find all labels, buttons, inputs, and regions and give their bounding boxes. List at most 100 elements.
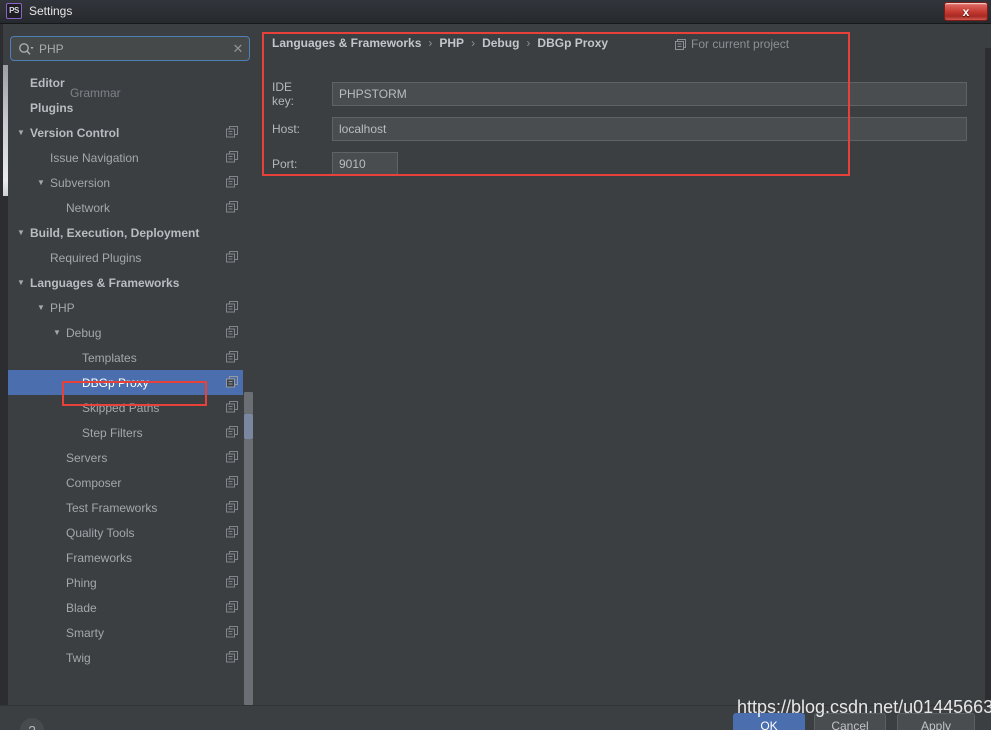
tree-scrollbar-thumb-mid[interactable]	[244, 414, 253, 439]
breadcrumb-separator: ›	[471, 36, 476, 50]
sidebar-item-label: Plugins	[30, 100, 74, 115]
sidebar-item-label: Required Plugins	[50, 250, 142, 265]
breadcrumb-segment[interactable]: PHP	[439, 36, 464, 50]
sidebar-item-label: Phing	[66, 575, 97, 590]
settings-dialog-window: PS Settings x PHP ✕ Editor Plugins ▼ Ver…	[0, 0, 991, 730]
sidebar-item-label: Network	[66, 200, 111, 215]
sidebar-item-blade[interactable]: Blade	[8, 595, 254, 620]
sidebar-item-label: Smarty	[66, 625, 105, 640]
field-label: Host:	[272, 122, 301, 136]
sidebar-item-label: Composer	[66, 475, 122, 490]
breadcrumb-separator: ›	[428, 36, 433, 50]
breadcrumb: Languages & Frameworks › PHP › Debug › DBGp Pr…	[272, 36, 608, 50]
tree-ghost-label: Grammar	[70, 86, 121, 100]
sidebar-item-phing[interactable]: Phing	[8, 570, 254, 595]
sidebar-item-label: Servers	[66, 450, 108, 465]
sidebar-item-label: Version Control	[30, 125, 120, 140]
project-scope-icon	[226, 626, 238, 638]
project-scope-icon	[226, 401, 238, 413]
field-input-ide-key[interactable]: PHPSTORM	[332, 82, 967, 106]
left-edge-dark	[0, 196, 8, 706]
field-label: IDE key:	[272, 80, 295, 108]
project-scope-icon	[226, 151, 238, 163]
close-button[interactable]: x	[944, 2, 988, 21]
clear-icon[interactable]: ✕	[227, 37, 249, 60]
search-input[interactable]: PHP ✕	[10, 36, 250, 61]
chevron-down-icon[interactable]: ▼	[36, 303, 46, 313]
field-input-host[interactable]: localhost	[332, 117, 967, 141]
sidebar-item-dbgp-proxy[interactable]: DBGp Proxy	[8, 370, 254, 395]
sidebar-item-label: DBGp Proxy	[82, 375, 149, 390]
project-scope-icon	[226, 601, 238, 613]
search-icon[interactable]	[11, 37, 37, 60]
sidebar-item-network[interactable]: Network	[8, 195, 254, 220]
chevron-down-icon[interactable]: ▼	[36, 178, 46, 188]
tree-scrollbar-thumb-lower[interactable]	[244, 439, 253, 705]
sidebar-item-step-filters[interactable]: Step Filters	[8, 420, 254, 445]
sidebar-item-editor[interactable]: Editor	[8, 70, 254, 95]
settings-tree[interactable]: Editor Plugins ▼ Version Control Issue Navig…	[8, 70, 254, 705]
chevron-down-icon[interactable]: ▼	[52, 328, 62, 338]
sidebar-item-test-frameworks[interactable]: Test Frameworks	[8, 495, 254, 520]
sidebar-item-debug[interactable]: ▼ Debug	[8, 320, 254, 345]
sidebar-item-smarty[interactable]: Smarty	[8, 620, 254, 645]
breadcrumb-separator: ›	[526, 36, 531, 50]
project-scope-icon	[226, 301, 238, 313]
sidebar-item-label: PHP	[50, 300, 75, 315]
project-scope-icon	[226, 551, 238, 563]
sidebar-item-label: Skipped Paths	[82, 400, 160, 415]
tree-scrollbar-thumb-upper[interactable]	[244, 392, 253, 414]
project-scope-icon	[226, 176, 238, 188]
title-bar-left: PS Settings	[6, 3, 72, 19]
search-value[interactable]: PHP	[37, 42, 227, 56]
sidebar-item-plugins[interactable]: Plugins	[8, 95, 254, 120]
sidebar-item-skipped-paths[interactable]: Skipped Paths	[8, 395, 254, 420]
close-icon: x	[962, 4, 970, 19]
dialog-body: PHP ✕ Editor Plugins ▼ Version Control Issue…	[0, 24, 991, 730]
phpstorm-icon: PS	[6, 3, 22, 19]
project-scope-icon	[226, 251, 238, 263]
sidebar-item-issue-navigation[interactable]: Issue Navigation	[8, 145, 254, 170]
help-button[interactable]: ?	[20, 718, 44, 730]
scope-note-label: For current project	[691, 37, 790, 51]
chevron-down-icon[interactable]: ▼	[16, 278, 26, 288]
project-scope-icon	[675, 38, 686, 50]
sidebar-item-label: Quality Tools	[66, 525, 135, 540]
project-scope-icon	[226, 376, 238, 388]
sidebar-item-label: Languages & Frameworks	[30, 275, 180, 290]
sidebar-item-subversion[interactable]: ▼ Subversion	[8, 170, 254, 195]
watermark-text: https://blog.csdn.net/u014456639	[737, 697, 991, 717]
project-scope-icon	[226, 651, 238, 663]
tree-scrollbar[interactable]	[243, 70, 254, 705]
breadcrumb-segment[interactable]: Languages & Frameworks	[272, 36, 421, 50]
breadcrumb-segment[interactable]: Debug	[482, 36, 519, 50]
project-scope-icon	[226, 526, 238, 538]
project-scope-icon	[226, 426, 238, 438]
breadcrumb-segment[interactable]: DBGp Proxy	[537, 36, 608, 50]
sidebar-item-languages-frameworks[interactable]: ▼ Languages & Frameworks	[8, 270, 254, 295]
field-input-port[interactable]: 9010	[332, 152, 398, 176]
sidebar-item-build-execution-deployment[interactable]: ▼ Build, Execution, Deployment	[8, 220, 254, 245]
sidebar-item-label: Templates	[82, 350, 137, 365]
project-scope-icon	[226, 201, 238, 213]
sidebar-item-version-control[interactable]: ▼ Version Control	[8, 120, 254, 145]
sidebar-item-quality-tools[interactable]: Quality Tools	[8, 520, 254, 545]
sidebar-item-label: Blade	[66, 600, 97, 615]
chevron-down-icon[interactable]: ▼	[16, 128, 26, 138]
sidebar-item-label: Debug	[66, 325, 102, 340]
project-scope-icon	[226, 501, 238, 513]
project-scope-icon	[226, 576, 238, 588]
sidebar-item-templates[interactable]: Templates	[8, 345, 254, 370]
project-scope-icon	[226, 126, 238, 138]
window-title: Settings	[29, 4, 73, 18]
project-scope-icon	[226, 351, 238, 363]
sidebar-item-twig[interactable]: Twig	[8, 645, 254, 670]
sidebar-item-frameworks[interactable]: Frameworks	[8, 545, 254, 570]
sidebar-item-composer[interactable]: Composer	[8, 470, 254, 495]
sidebar-item-required-plugins[interactable]: Required Plugins	[8, 245, 254, 270]
chevron-down-icon[interactable]: ▼	[16, 228, 26, 238]
sidebar-item-label: Test Frameworks	[66, 500, 158, 515]
sidebar-item-php[interactable]: ▼ PHP	[8, 295, 254, 320]
sidebar-item-servers[interactable]: Servers	[8, 445, 254, 470]
sidebar-item-label: Twig	[66, 650, 91, 665]
